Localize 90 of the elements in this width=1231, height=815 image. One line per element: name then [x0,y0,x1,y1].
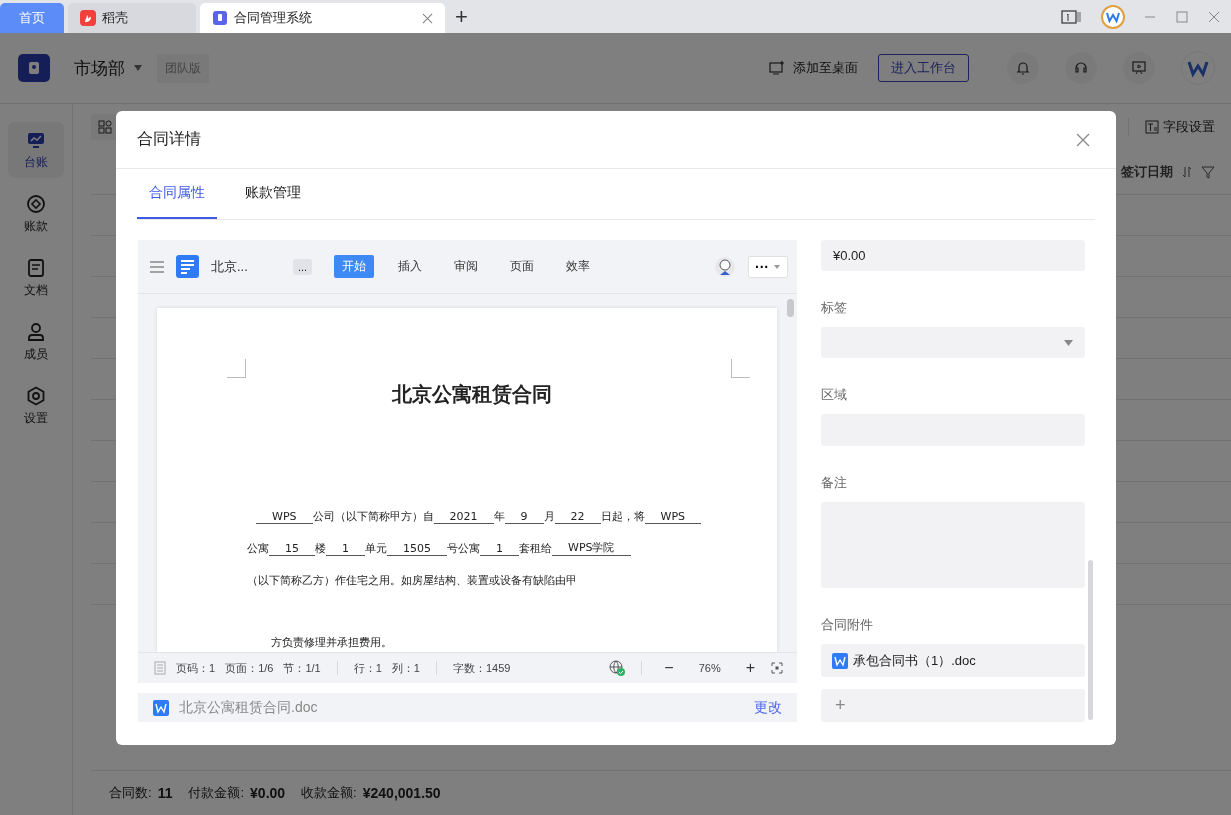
dialog-tab[interactable]: 账款管理 [233,169,313,219]
presentation-icon[interactable] [1131,60,1147,76]
browser-tab[interactable]: 稻壳 [68,3,196,33]
filter-icon[interactable] [1201,165,1215,179]
close-icon[interactable] [422,12,433,24]
field-label: 区域 [821,386,848,405]
person-icon [26,321,46,342]
input-field[interactable]: ¥0.00 [821,240,1085,272]
options-dropdown[interactable]: ··· [748,255,788,278]
add-to-desktop-link[interactable]: 添加至桌面 [793,59,858,77]
headset-icon[interactable] [1073,60,1089,76]
status-text: 页面：1/6 [225,660,274,676]
caret-icon[interactable] [773,263,781,270]
ribbon-tab[interactable]: 插入 [390,255,431,278]
bell-icon[interactable] [1015,60,1031,76]
attachment-name: 承包合同书（1）.doc [853,651,976,670]
document-line: 公寓 15 楼 1 单元 1505 号公寓 1 套租给 WPS学院 [247,528,705,560]
zoom-out-button[interactable]: − [658,659,680,677]
caret-icon[interactable] [133,64,143,72]
status-text: 节：1/1 [283,660,321,676]
menu-icon[interactable] [150,260,164,273]
settings-icon [26,385,46,406]
summary-value: 11 [157,785,173,801]
field-label: 合同附件 [821,616,874,635]
document-line: 方负责修理并承担费用。 [271,635,393,651]
document-line: WPS 公司（以下简称甲方）自 2021 年 9 月 22 日起，将 WPS [256,496,705,528]
change-link[interactable]: 更改 [754,698,782,717]
desktop-icon[interactable] [769,60,785,76]
document-title: 北京公寓租赁合同 [391,382,553,407]
field-settings-button[interactable]: 字段设置 [1128,118,1215,136]
dialog-title: 合同详情 [137,129,201,149]
presentation-button[interactable] [1123,52,1155,84]
text-field-icon[interactable] [1145,120,1159,134]
dropdown-field[interactable] [821,327,1085,359]
summary-value: ¥240,001.50 [362,785,441,801]
status-text: 行：1 [353,660,382,676]
document-line: （以下简称乙方）作住宅之用。如房屋结构、装置或设备有缺陷由甲 [247,573,578,589]
sidebar-item[interactable]: 账款 [8,186,64,242]
more-button[interactable]: ... [293,258,313,275]
margin-mark [731,359,750,378]
browser-tab[interactable]: 合同管理系统 [200,3,445,33]
workspace-button[interactable]: 进入工作台 [878,54,969,82]
field-label: 备注 [821,473,848,492]
new-tab-button[interactable]: + [455,3,468,30]
ribbon-tab[interactable]: 效率 [558,255,599,278]
fullscreen-icon[interactable] [771,662,783,674]
globe-icon[interactable] [609,660,626,676]
attachment-item[interactable]: 承包合同书（1）.doc [821,644,1085,678]
dialog-tab[interactable]: 合同属性 [137,169,217,219]
notification-button[interactable] [1007,52,1039,84]
flame-icon [80,10,96,26]
status-text: 页码：1 [176,660,216,676]
field-label: 标签 [821,299,848,318]
close-icon[interactable] [1076,132,1090,147]
sidebar-item[interactable]: 成员 [8,314,64,370]
close-icon[interactable] [1207,9,1221,24]
summary-label: 合同数: [109,784,152,802]
folder-icon [212,10,228,26]
document-name: 北京... [211,257,249,276]
summary-value: ¥0.00 [250,785,286,801]
status-text: 列：1 [391,660,420,676]
wps-account-icon[interactable] [1101,4,1125,29]
ribbon-tab[interactable]: 页面 [502,255,543,278]
document-icon [176,255,199,278]
zoom-level[interactable]: 76% [689,662,730,674]
word-file-icon [832,652,848,669]
sidebar-item[interactable]: 台账 [8,122,64,178]
scrollbar-thumb[interactable] [787,299,794,317]
sort-icon[interactable] [1181,165,1193,179]
window-count-icon[interactable] [1061,8,1083,25]
zoom-in-button[interactable]: + [739,659,761,677]
sidebar-item[interactable]: 文档 [8,250,64,306]
grid-icon[interactable] [98,120,112,134]
department-selector[interactable]: 市场部 [74,56,125,80]
summary-label: 收款金额: [301,784,357,802]
coin-icon [26,193,46,214]
document-icon [26,257,46,278]
word-file-icon [153,699,169,716]
margin-mark [227,359,246,378]
caret-icon[interactable] [1064,339,1073,346]
file-name: 北京公寓租赁合同.doc [179,698,318,717]
ribbon-tab[interactable]: 审阅 [446,255,487,278]
sidebar-item[interactable]: 设置 [8,378,64,434]
avatar-icon[interactable] [714,255,736,278]
scrollbar-thumb[interactable] [1088,560,1093,720]
column-header[interactable]: 签订日期 [1121,163,1173,181]
support-button[interactable] [1065,52,1097,84]
summary-label: 付款金额: [188,784,245,802]
status-text: 字数：1459 [452,660,511,676]
view-button[interactable] [91,114,119,140]
